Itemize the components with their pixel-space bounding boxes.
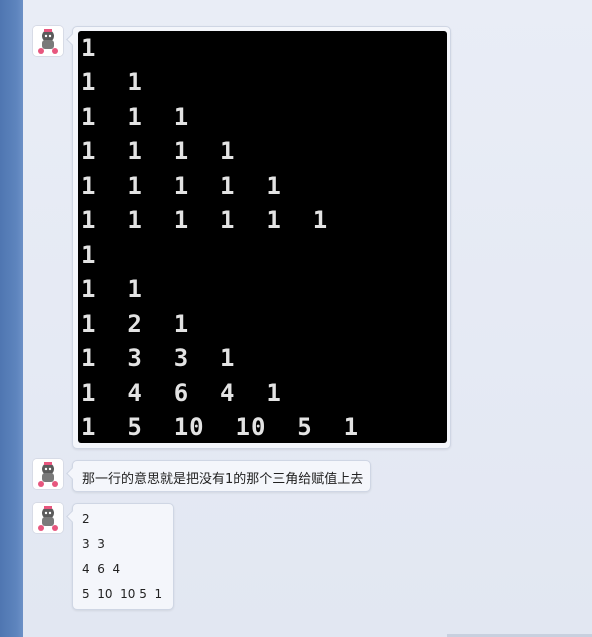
message-bubble-console[interactable]: 1 1 1 1 1 1 1 1 1 1 1 1 1 1 1 1 1 1 1 1 …: [72, 26, 451, 449]
message-text: 那一行的意思就是把没有1的那个三角给赋值上去: [82, 472, 364, 487]
console-line: 1 1: [81, 68, 143, 96]
console-line: 1 1: [81, 275, 143, 303]
console-line: 1 4 6 4 1: [81, 379, 282, 407]
message-line: 5 10 10 5 1: [82, 587, 163, 601]
cartoon-girl-avatar-icon: [33, 503, 63, 533]
console-line: 1 1 1: [81, 103, 190, 131]
left-sidebar-strip: [0, 0, 23, 637]
message-line: 3 3: [82, 537, 105, 551]
sender-avatar[interactable]: [33, 26, 63, 56]
sender-avatar[interactable]: [33, 503, 63, 533]
message-line: 2: [82, 512, 90, 526]
console-output-image: 1 1 1 1 1 1 1 1 1 1 1 1 1 1 1 1 1 1 1 1 …: [78, 31, 447, 443]
cartoon-girl-avatar-icon: [33, 459, 63, 489]
sender-avatar[interactable]: [33, 459, 63, 489]
console-line: 1: [81, 34, 97, 62]
message-bubble-multiline[interactable]: 2 3 3 4 6 4 5 10 10 5 1: [72, 503, 174, 610]
cartoon-girl-avatar-icon: [33, 26, 63, 56]
console-line: 1 1 1 1 1 1: [81, 206, 329, 234]
console-line: 1 5 10 10 5 1: [81, 413, 360, 441]
console-line: 1: [81, 241, 97, 269]
console-line: 1 2 1: [81, 310, 190, 338]
message-line: 4 6 4: [82, 562, 121, 576]
console-line: 1 3 3 1: [81, 344, 236, 372]
console-line: 1 1 1 1: [81, 137, 236, 165]
message-bubble-text[interactable]: 那一行的意思就是把没有1的那个三角给赋值上去: [72, 460, 371, 492]
console-line: 1 1 1 1 1: [81, 172, 282, 200]
